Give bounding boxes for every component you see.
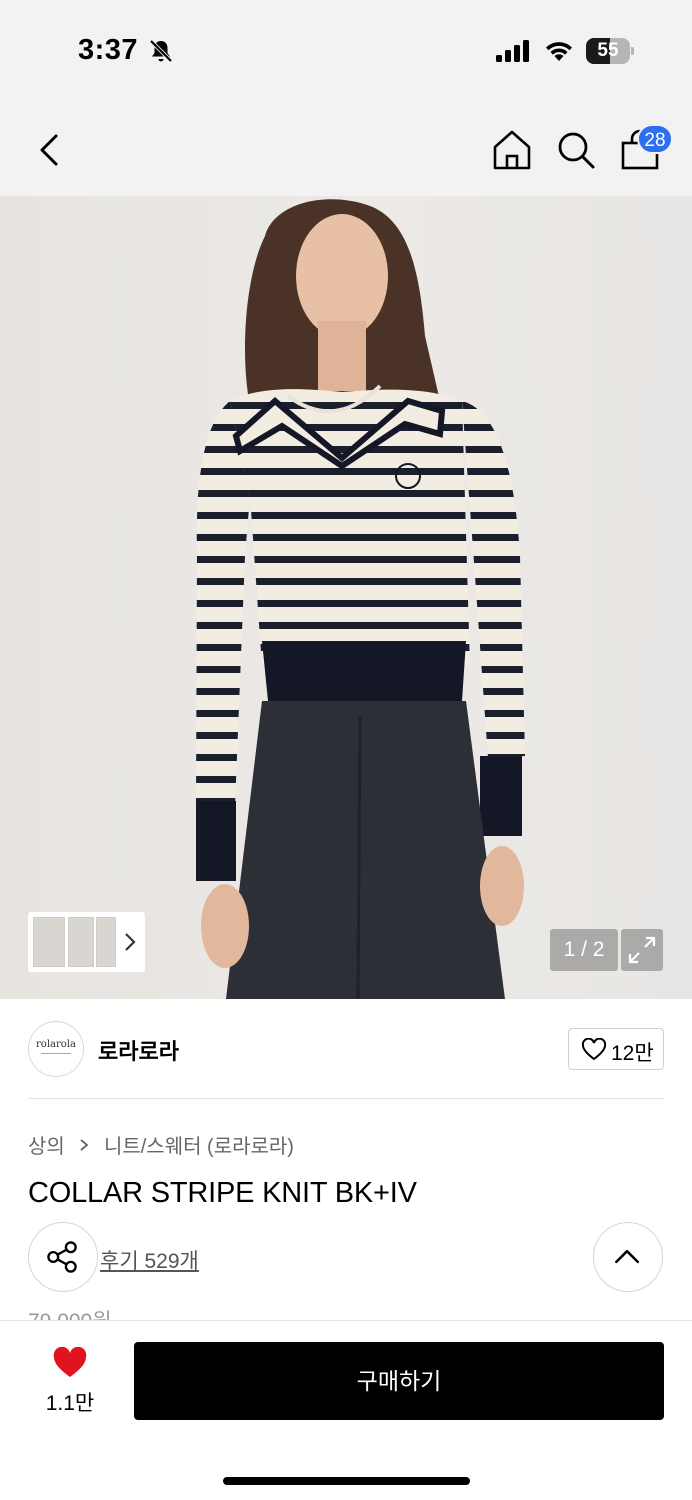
status-time: 3:37 bbox=[78, 34, 139, 66]
share-button[interactable] bbox=[28, 1222, 98, 1292]
thumbnail-1[interactable] bbox=[33, 917, 65, 967]
scroll-top-button[interactable] bbox=[593, 1222, 663, 1292]
brand-name[interactable]: 로라로라 bbox=[98, 1034, 179, 1066]
brand-logo-text: rolarola bbox=[36, 1039, 76, 1050]
breadcrumb-category[interactable]: 상의 bbox=[28, 1130, 65, 1159]
battery-level: 55 bbox=[597, 40, 619, 61]
cart-count-badge: 28 bbox=[637, 124, 673, 154]
bell-muted-icon bbox=[149, 39, 173, 63]
thumbnail-2[interactable] bbox=[68, 917, 94, 967]
review-link[interactable]: 후기 529개 bbox=[100, 1245, 199, 1275]
home-icon[interactable] bbox=[490, 128, 534, 172]
expand-icon[interactable] bbox=[621, 929, 663, 971]
page-indicator: 1 / 2 bbox=[550, 929, 618, 971]
brand-like-count: 12만 bbox=[611, 1042, 654, 1065]
thumbnail-3[interactable] bbox=[96, 917, 116, 967]
product-image[interactable]: 1 / 2 bbox=[0, 196, 692, 999]
chevron-right-icon bbox=[80, 1138, 89, 1151]
heart-outline-icon bbox=[581, 1038, 607, 1061]
chevron-right-icon[interactable] bbox=[122, 928, 138, 956]
heart-filled-icon[interactable] bbox=[52, 1347, 88, 1379]
wish-count: 1.1만 bbox=[45, 1392, 95, 1415]
breadcrumb-subcategory[interactable]: 니트/스웨터 (로라로라) bbox=[104, 1130, 294, 1159]
product-title: COLLAR STRIPE KNIT BK+IV bbox=[28, 1177, 417, 1209]
home-indicator[interactable] bbox=[223, 1477, 470, 1485]
buy-button[interactable]: 구매하기 bbox=[134, 1342, 664, 1420]
share-icon bbox=[47, 1241, 77, 1273]
brand-like-button[interactable]: 12만 bbox=[568, 1028, 664, 1070]
signal-icon bbox=[496, 40, 529, 62]
back-icon[interactable] bbox=[30, 128, 70, 172]
search-icon[interactable] bbox=[554, 128, 598, 172]
divider bbox=[28, 1098, 664, 1099]
brand-logo[interactable]: rolarola bbox=[28, 1021, 84, 1077]
status-bar: 3:37 55 bbox=[0, 0, 692, 100]
thumbnail-strip[interactable] bbox=[28, 912, 145, 972]
product-photo bbox=[196, 199, 525, 999]
wifi-icon bbox=[546, 42, 572, 61]
battery-indicator: 55 bbox=[586, 38, 634, 64]
chevron-up-icon bbox=[615, 1249, 639, 1264]
breadcrumb: 상의 니트/스웨터 (로라로라) bbox=[28, 1130, 294, 1159]
bottom-action-bar: 1.1만 구매하기 bbox=[0, 1320, 692, 1500]
nav-bar bbox=[0, 100, 692, 196]
